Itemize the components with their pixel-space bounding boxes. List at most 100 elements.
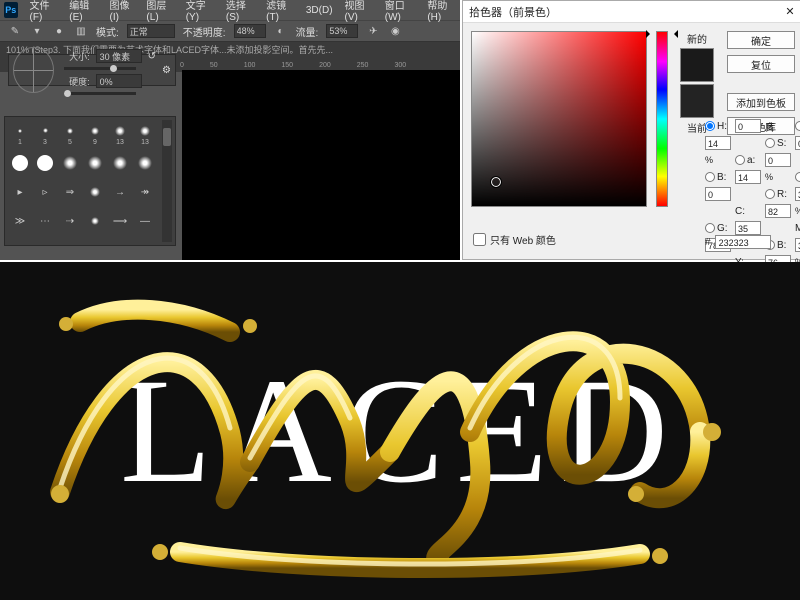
hardness-input[interactable]: 0%	[96, 74, 142, 88]
menu-select[interactable]: 选择(S)	[226, 0, 254, 23]
size-input[interactable]: 30 像素	[96, 49, 142, 63]
menu-bar: Ps 文件(F) 编辑(E) 图像(I) 图层(L) 文字(Y) 选择(S) 滤…	[0, 0, 460, 20]
hex-input[interactable]: 232323	[715, 235, 771, 249]
c-label: C:	[735, 206, 761, 217]
l-value[interactable]: 14	[705, 136, 731, 150]
ps-logo: Ps	[4, 2, 18, 18]
bl-value[interactable]: 0	[705, 187, 731, 201]
mode-label: 模式:	[96, 24, 119, 39]
brush-tip[interactable]: 9	[84, 121, 106, 147]
brush-tip[interactable]: 3	[34, 121, 56, 147]
pressure-size-icon[interactable]: ◉	[388, 24, 402, 38]
g-value[interactable]: 35	[735, 221, 761, 235]
hue-slider[interactable]	[653, 31, 671, 207]
dialog-title: 拾色器（前景色）	[469, 4, 557, 20]
l-radio[interactable]: L:	[795, 121, 800, 132]
angle-dial[interactable]	[13, 47, 54, 93]
brush-tip[interactable]: ↠	[134, 179, 156, 205]
r-value[interactable]: 35	[795, 187, 800, 201]
web-only-checkbox[interactable]	[473, 233, 486, 246]
ok-button[interactable]: 确定	[727, 31, 795, 49]
brush-tip[interactable]	[59, 150, 81, 176]
brush-tip[interactable]	[84, 179, 106, 205]
reset-button[interactable]: 复位	[727, 55, 795, 73]
hardness-label: 硬度:	[60, 75, 90, 88]
brush-tip[interactable]: 1	[9, 121, 31, 147]
menu-layer[interactable]: 图层(L)	[146, 0, 173, 23]
menu-window[interactable]: 窗口(W)	[385, 0, 416, 23]
preset-dropdown-icon[interactable]: ▾	[30, 24, 44, 38]
color-field[interactable]	[471, 31, 647, 207]
panel-toggle-icon[interactable]: ▥	[74, 24, 88, 38]
swatch-new	[680, 48, 714, 82]
menu-file[interactable]: 文件(F)	[30, 0, 58, 23]
menu-filter[interactable]: 滤镜(T)	[266, 0, 294, 23]
g-radio[interactable]: G:	[705, 223, 731, 234]
menu-image[interactable]: 图像(I)	[110, 0, 135, 23]
brush-tip[interactable]: ⇢	[59, 208, 81, 234]
brush-presets: 13591313▸▹⇒→↠≫⋯⇢⟶—	[4, 116, 176, 246]
web-only-label: 只有 Web 颜色	[490, 232, 556, 247]
c-value[interactable]: 82	[765, 204, 791, 218]
s-value[interactable]: 0	[795, 136, 800, 150]
canvas[interactable]	[182, 70, 460, 260]
brush-tip[interactable]	[84, 150, 106, 176]
menu-edit[interactable]: 编辑(E)	[69, 0, 97, 23]
a-radio[interactable]: a:	[735, 155, 761, 166]
script-overlay	[0, 262, 800, 600]
pressure-opacity-icon[interactable]: ◐	[274, 24, 288, 38]
flow-input[interactable]	[326, 24, 358, 38]
brush-tip[interactable]: ⟶	[109, 208, 131, 234]
s-radio[interactable]: S:	[765, 138, 791, 149]
hardness-slider[interactable]	[64, 92, 136, 95]
brush-tip[interactable]: ≫	[9, 208, 31, 234]
brush-tip[interactable]: 13	[134, 121, 156, 147]
brush-tip[interactable]: ⋯	[34, 208, 56, 234]
opacity-input[interactable]	[234, 24, 266, 38]
current-label: 当前	[687, 120, 707, 135]
color-field-marker[interactable]	[491, 177, 501, 187]
a-value[interactable]: 0	[765, 153, 791, 167]
brush-tip[interactable]: ▹	[34, 179, 56, 205]
brush-tip[interactable]	[109, 150, 131, 176]
brush-popup: 大小: 30 像素 ↺ 硬度: 0% ⚙	[8, 54, 176, 86]
m-label: M:	[795, 223, 800, 234]
r-radio[interactable]: R:	[765, 189, 791, 200]
menu-3d[interactable]: 3D(D)	[306, 5, 333, 16]
bv-value[interactable]: 14	[735, 170, 761, 184]
artwork-preview: LACED	[0, 262, 800, 600]
brush-tip[interactable]: ▸	[9, 179, 31, 205]
add-swatch-button[interactable]: 添加到色板	[727, 93, 795, 111]
brush-tip[interactable]	[84, 208, 106, 234]
hex-label: #	[705, 237, 711, 248]
menu-help[interactable]: 帮助(H)	[427, 0, 456, 23]
brush-tip[interactable]	[34, 150, 56, 176]
b-radio[interactable]: B:	[705, 172, 731, 183]
size-label: 大小:	[60, 50, 90, 63]
swap-size-icon[interactable]: ↺	[148, 51, 156, 62]
menu-view[interactable]: 视图(V)	[345, 0, 373, 23]
bl-radio[interactable]: b:	[795, 172, 800, 183]
brush-preview-icon[interactable]: ●	[52, 24, 66, 38]
brush-tip[interactable]: 5	[59, 121, 81, 147]
brush-tip[interactable]: —	[134, 208, 156, 234]
mode-select[interactable]: 正常	[127, 24, 175, 38]
h-value[interactable]: 0	[735, 119, 761, 133]
brush-tip[interactable]	[9, 150, 31, 176]
tool-icon[interactable]: ✎	[8, 24, 22, 38]
brush-tip[interactable]	[134, 150, 156, 176]
brush-tip[interactable]: ⇒	[59, 179, 81, 205]
swatch-current	[680, 84, 714, 118]
color-picker-dialog: 拾色器（前景色） ✕ 新的 当前 确定 复位 添加到色板 颜色库 H:0度 L:…	[462, 0, 800, 260]
h-radio[interactable]: H:	[705, 121, 731, 132]
options-bar: ✎ ▾ ● ▥ 模式: 正常 不透明度: ◐ 流量: ✈ ◉	[0, 20, 460, 42]
scrollbar[interactable]	[162, 120, 172, 242]
b2-value[interactable]: 35	[795, 238, 800, 252]
gear-icon[interactable]: ⚙	[162, 65, 171, 76]
brush-tip[interactable]: →	[109, 179, 131, 205]
close-icon[interactable]: ✕	[783, 5, 797, 19]
menu-type[interactable]: 文字(Y)	[186, 0, 214, 23]
airbrush-icon[interactable]: ✈	[366, 24, 380, 38]
new-label: 新的	[687, 31, 707, 46]
brush-tip[interactable]: 13	[109, 121, 131, 147]
